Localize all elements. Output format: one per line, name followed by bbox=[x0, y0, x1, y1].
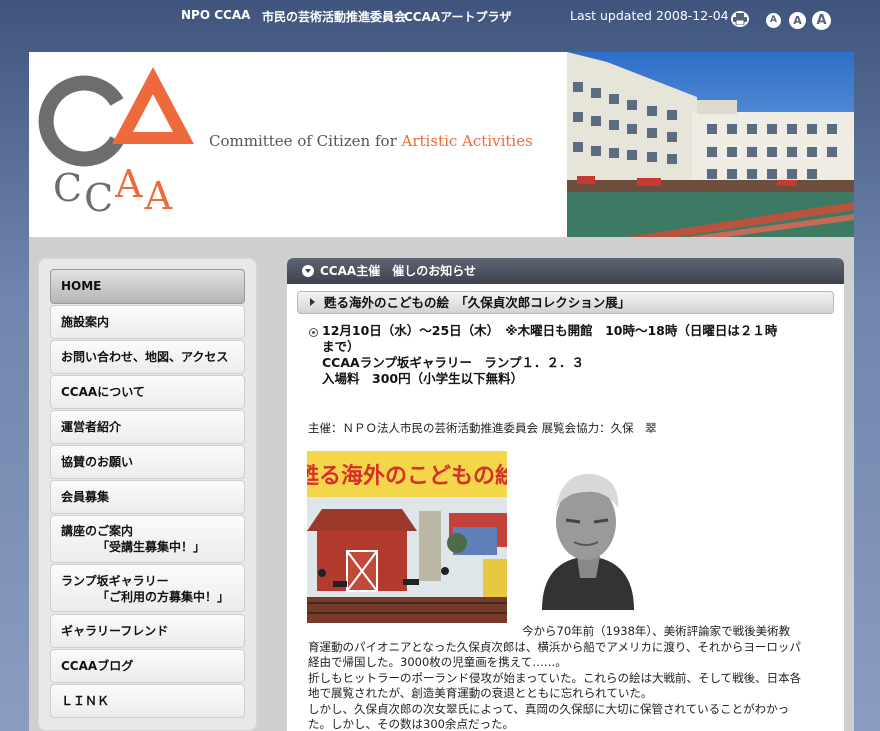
nav-membership-label: 会員募集 bbox=[61, 490, 110, 504]
font-size-large-button[interactable]: A bbox=[812, 11, 831, 30]
body-line: 今から70年前（1938年）、美術評論家で戦後美術教 bbox=[522, 624, 791, 638]
event-title: 甦る海外のこどもの絵 「久保貞次郎コレクション展」 bbox=[324, 295, 631, 310]
nav-about-label: CCAAについて bbox=[61, 385, 145, 399]
nav-courses[interactable]: 講座のご案内 「受講生募集中！」 bbox=[50, 515, 245, 563]
print-icon[interactable] bbox=[731, 11, 749, 27]
event-venue: CCAAランプ坂ギャラリー ランプ１．２．３ bbox=[322, 355, 584, 370]
nav-gallery-sub: 「ご利用の方募集中！」 bbox=[97, 590, 230, 604]
content-panel: CCAA主催 催しのお知らせ 甦る海外のこどもの絵 「久保貞次郎コレクション展」… bbox=[287, 258, 844, 731]
ccaa-wordmark: CCAA bbox=[53, 162, 175, 220]
toplink-committee[interactable]: 市民の芸術活動推進委員会 bbox=[262, 8, 406, 25]
nav-facilities-label: 施設案内 bbox=[61, 315, 110, 329]
event-date-cont: まで） bbox=[322, 339, 360, 354]
toplink-art-plaza[interactable]: CCAAアートプラザ bbox=[404, 8, 511, 25]
nav-sponsorship-label: 協賛のお願い bbox=[61, 455, 134, 469]
ccaa-logo-mark[interactable] bbox=[29, 52, 229, 172]
nav-gallery[interactable]: ランプ坂ギャラリー 「ご利用の方募集中！」 bbox=[50, 564, 245, 612]
main-area: HOME 施設案内 お問い合わせ、地図、アクセス CCAAについて 運営者紹介 … bbox=[29, 237, 854, 731]
font-size-medium-button[interactable]: A bbox=[789, 12, 806, 29]
nav-operators[interactable]: 運営者紹介 bbox=[50, 410, 245, 444]
body-line: た。しかし、その数は300余点だった。 bbox=[308, 717, 514, 731]
organizer-text: 主催：ＮＰＯ法人市民の芸術活動推進委員会 展覧会協力：久保 翠 bbox=[308, 421, 657, 435]
event-details: 12月10日（水）～25日（木） ※木曜日も開館 10時～18時（日曜日は２１時… bbox=[322, 323, 832, 387]
site-header: Committee of Citizen for Artistic Activi… bbox=[29, 52, 854, 237]
toplink-npo-ccaa[interactable]: NPO CCAA bbox=[181, 8, 250, 22]
body-line: 折しもヒットラーのポーランド侵攻が始まっていた。これらの絵は大戦前、そして戦後、… bbox=[308, 670, 802, 685]
nav-contact-map-access[interactable]: お問い合わせ、地図、アクセス bbox=[50, 340, 245, 374]
bullet-icon bbox=[309, 328, 318, 337]
top-bar: NPO CCAA 市民の芸術活動推進委員会 CCAAアートプラザ Last up… bbox=[0, 0, 880, 36]
portrait-photo bbox=[522, 460, 653, 610]
nav-membership[interactable]: 会員募集 bbox=[50, 480, 245, 514]
nav-sponsorship[interactable]: 協賛のお願い bbox=[50, 445, 245, 479]
arrow-right-icon bbox=[310, 298, 315, 306]
article-body: 今から70年前（1938年）、美術評論家で戦後美術教 育運動のパイオニアとなった… bbox=[308, 624, 828, 731]
poster-title: 甦る海外のこどもの絵 bbox=[307, 463, 507, 489]
nav-gallery-friend[interactable]: ギャラリーフレンド bbox=[50, 614, 245, 648]
body-line: しかし、久保貞次郎の次女翠氏によって、真岡の久保邸に大切に保管されていることがわ… bbox=[308, 701, 790, 716]
tagline: Committee of Citizen for Artistic Activi… bbox=[209, 132, 533, 150]
nav-courses-sub: 「受講生募集中！」 bbox=[97, 540, 206, 554]
body-line: 経由で帰国した。3000枚の児童画を携えて……。 bbox=[308, 655, 567, 669]
section-header: CCAA主催 催しのお知らせ bbox=[287, 258, 844, 284]
school-building-photo bbox=[567, 52, 854, 237]
nav-facilities[interactable]: 施設案内 bbox=[50, 305, 245, 339]
chevron-down-icon bbox=[302, 265, 314, 277]
nav-home[interactable]: HOME bbox=[50, 269, 245, 304]
event-title-bar[interactable]: 甦る海外のこどもの絵 「久保貞次郎コレクション展」 bbox=[297, 291, 834, 314]
nav-gallery-label: ランプ坂ギャラリー bbox=[61, 574, 169, 588]
event-date: 12月10日（水）～25日（木） ※木曜日も開館 10時～18時（日曜日は２１時 bbox=[322, 323, 778, 338]
nav-operators-label: 運営者紹介 bbox=[61, 420, 122, 434]
event-fee: 入場料 300円（小学生以下無料） bbox=[322, 371, 524, 386]
body-line: 育運動のパイオニアとなった久保貞次郎は、横浜から船でアメリカに渡り、それからヨー… bbox=[308, 639, 801, 654]
nav-home-label: HOME bbox=[61, 279, 102, 293]
exhibition-poster: 甦る海外のこどもの絵 bbox=[307, 451, 507, 623]
nav-link-label: ＬＩＮＫ bbox=[61, 694, 110, 708]
nav-about-ccaa[interactable]: CCAAについて bbox=[50, 375, 245, 409]
nav-courses-label: 講座のご案内 bbox=[61, 524, 134, 538]
nav-blog-label: CCAAブログ bbox=[61, 659, 134, 673]
nav-blog[interactable]: CCAAブログ bbox=[50, 649, 245, 683]
section-title: CCAA主催 催しのお知らせ bbox=[320, 264, 476, 278]
nav-link[interactable]: ＬＩＮＫ bbox=[50, 684, 245, 718]
nav-contact-label: お問い合わせ、地図、アクセス bbox=[61, 350, 229, 364]
nav-gallery-friend-label: ギャラリーフレンド bbox=[61, 624, 169, 638]
body-line: 地で展覧されたが、創造美育運動の衰退とともに忘れられていた。 bbox=[308, 686, 653, 700]
font-size-small-button[interactable]: A bbox=[766, 13, 781, 28]
last-updated: Last updated 2008-12-04 bbox=[570, 8, 729, 23]
sidebar-nav: HOME 施設案内 お問い合わせ、地図、アクセス CCAAについて 運営者紹介 … bbox=[38, 258, 257, 731]
